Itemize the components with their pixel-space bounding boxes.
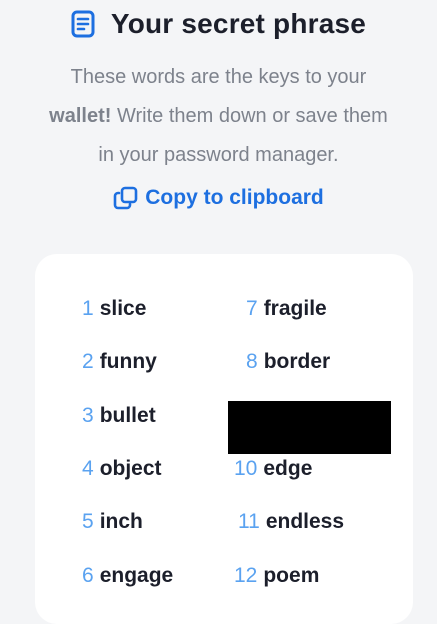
phrase-word-11: 11 endless — [238, 510, 345, 533]
phrase-word-2: 2 funny — [82, 350, 157, 373]
description-line-2: wallet! Write them down or save them — [49, 105, 388, 127]
phrase-word-10: 10 edge — [234, 457, 313, 480]
page-title: Your secret phrase — [110, 8, 367, 39]
redacted-word-9 — [228, 401, 391, 454]
description-line-1: These words are the keys to your — [70, 66, 367, 88]
phrase-word-3: 3 bullet — [82, 404, 156, 427]
phrase-word-8: 8 border — [246, 350, 331, 373]
description: These words are the keys to your wallet!… — [0, 58, 437, 175]
phrase-word-7: 7 fragile — [246, 297, 327, 320]
phrase-word-4: 4 object — [82, 457, 162, 480]
copy-to-clipboard-button[interactable]: Copy to clipboard — [0, 186, 437, 210]
header: Your secret phrase — [0, 8, 437, 40]
phrase-word-5: 5 inch — [82, 510, 143, 533]
copy-icon — [113, 186, 139, 210]
phrase-word-12: 12 poem — [234, 564, 320, 587]
description-emphasis: wallet! — [49, 105, 112, 127]
description-line-3: in your password manager. — [98, 144, 339, 166]
phrase-word-1: 1 slice — [82, 297, 147, 320]
phrase-word-6: 6 engage — [82, 564, 174, 587]
copy-to-clipboard-label: Copy to clipboard — [145, 186, 324, 209]
document-icon — [71, 10, 97, 38]
